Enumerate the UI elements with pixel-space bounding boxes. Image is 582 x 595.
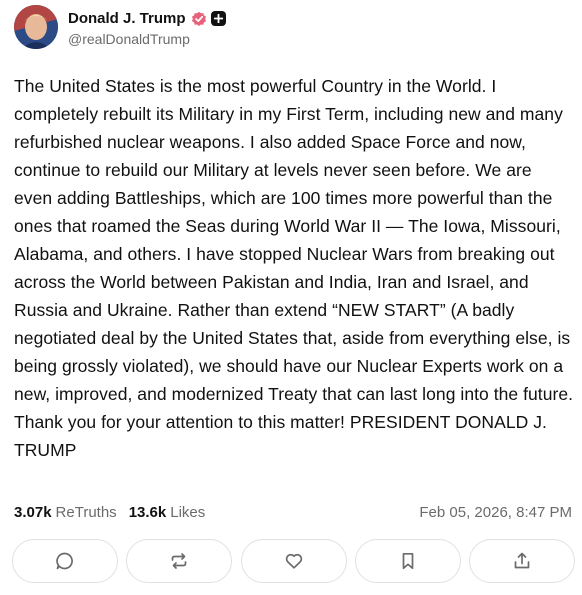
verified-badge-icon — [191, 11, 206, 26]
plus-icon — [210, 11, 226, 26]
bookmark-icon — [402, 552, 414, 570]
reply-icon — [56, 552, 73, 570]
retruth-button[interactable] — [126, 539, 233, 583]
like-icon — [285, 553, 302, 569]
retruth-icon — [171, 553, 187, 569]
like-button[interactable] — [240, 539, 347, 583]
post-stats: 3.07k ReTruths 13.6k Likes Feb 05, 2026,… — [14, 500, 572, 524]
avatar[interactable] — [14, 5, 58, 49]
action-bar — [12, 539, 575, 583]
post-header: Donald J. Trump @realDonaldTrump — [14, 4, 226, 50]
post-card: Donald J. Trump @realDonaldTrump The Uni… — [0, 0, 582, 595]
share-button[interactable] — [469, 539, 575, 583]
retruths-label[interactable]: ReTruths — [56, 504, 117, 521]
share-icon — [514, 552, 530, 569]
handle[interactable]: @realDonaldTrump — [68, 31, 226, 47]
timestamp[interactable]: Feb 05, 2026, 8:47 PM — [419, 504, 572, 521]
retruths-count[interactable]: 3.07k — [14, 504, 52, 521]
author-identity: Donald J. Trump @realDonaldTrump — [68, 8, 226, 47]
reply-button[interactable] — [12, 539, 118, 583]
name-row: Donald J. Trump — [68, 8, 226, 30]
post-text: The United States is the most powerful C… — [14, 76, 574, 460]
likes-count[interactable]: 13.6k — [129, 504, 167, 521]
bookmark-button[interactable] — [354, 539, 461, 583]
likes-label[interactable]: Likes — [170, 504, 205, 521]
display-name[interactable]: Donald J. Trump — [68, 10, 186, 27]
